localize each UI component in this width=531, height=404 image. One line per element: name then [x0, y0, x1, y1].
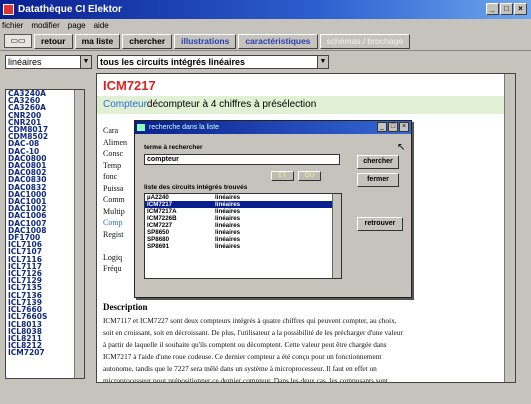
window-title: Datathèque CI Elektor: [18, 4, 122, 15]
description-line: autonome, tandis que le 7227 sera mêlé d…: [103, 364, 377, 373]
retour-button[interactable]: retour: [34, 33, 73, 49]
scrollbar[interactable]: [74, 90, 84, 378]
title-bar: Datathèque CI Elektor _ □ ×: [0, 0, 531, 19]
results-list[interactable]: µA2240 linéaires ICM7217 linéaires ICM7217A l…: [144, 193, 342, 279]
category-value: linéaires: [8, 57, 42, 67]
search-dialog: recherche dans la liste _ □ × terme à re…: [134, 120, 412, 298]
menu-aide[interactable]: aide: [94, 19, 109, 32]
result-name: ICM7217A: [147, 208, 177, 215]
result-category: linéaires: [215, 208, 241, 215]
category-select[interactable]: linéaires ▼: [5, 55, 92, 69]
dialog-title: recherche dans la liste: [149, 124, 220, 131]
result-row[interactable]: µA2240 linéaires: [145, 194, 341, 201]
characteristic-label: Logiq: [103, 252, 123, 262]
close-button[interactable]: ×: [514, 3, 527, 15]
circuit-list[interactable]: CA3240A CA3260 CA3260A CNR200 CNR201 CDM8017 C…: [5, 89, 85, 379]
search-input[interactable]: compteur: [144, 154, 340, 165]
menu-page[interactable]: page: [68, 19, 86, 32]
description-line: soit en croissant, soit en décroissant. …: [103, 328, 403, 337]
result-row[interactable]: SP8691 linéaires: [145, 243, 341, 250]
menu-bar: fichier modifier page aide: [0, 19, 531, 32]
app-window: Datathèque CI Elektor _ □ × fichier modi…: [0, 0, 531, 404]
scrollbar[interactable]: [504, 74, 515, 382]
results-label: liste des circuits intégrés trouvés: [144, 184, 248, 191]
description-line: à partir de laquelle il souhaite qu'ils …: [103, 340, 387, 349]
minimize-button[interactable]: _: [486, 3, 499, 15]
dialog-icon: [137, 124, 145, 131]
retrouver-button[interactable]: retrouver: [357, 217, 403, 231]
schemas-button[interactable]: schémas / brochage: [319, 33, 411, 49]
description-line: ICM7117 et ICM7227 sont deux compteurs i…: [103, 316, 397, 325]
menu-fichier[interactable]: fichier: [2, 19, 23, 32]
result-row[interactable]: ICM7217 linéaires: [145, 201, 341, 208]
characteristic-label: fonc: [103, 172, 118, 181]
result-row[interactable]: ICM7217A linéaires: [145, 208, 341, 215]
subtitle-text: décompteur à 4 chiffres à présélection: [146, 99, 317, 110]
scrollbar[interactable]: [332, 194, 341, 278]
characteristic-label: Temp: [103, 160, 122, 170]
et-button[interactable]: ET: [271, 171, 294, 181]
result-name: SP8650: [147, 229, 170, 236]
description-title: Description: [103, 302, 148, 312]
toolbar: ▭▭ retour ma liste chercher illustration…: [0, 32, 531, 51]
description-text: ICM7117 et ICM7227 sont deux compteurs i…: [103, 315, 503, 383]
result-name: SP8680: [147, 236, 170, 243]
window-icon[interactable]: ▭▭: [4, 34, 32, 48]
mouse-cursor-icon: ↖: [397, 142, 406, 153]
family-value: tous les circuits intégrés linéaires: [100, 57, 246, 67]
result-name: SP8691: [147, 243, 170, 250]
chercher-button[interactable]: chercher: [122, 33, 173, 49]
list-item[interactable]: ICM7207: [6, 349, 84, 357]
fermer-button[interactable]: fermer: [357, 173, 399, 187]
result-row[interactable]: SP8650 linéaires: [145, 229, 341, 236]
chevron-down-icon[interactable]: ▼: [317, 56, 328, 68]
result-category: linéaires: [215, 243, 241, 250]
result-name: ICM7227: [147, 222, 173, 229]
characteristic-label: Comp: [103, 218, 123, 227]
characteristic-label: Fréqu: [103, 264, 122, 273]
result-name: ICM7226B: [147, 215, 177, 222]
app-icon: [3, 4, 14, 15]
characteristic-label: Alimen: [103, 137, 127, 147]
result-category: linéaires: [215, 215, 241, 222]
maximize-button[interactable]: □: [388, 122, 398, 132]
characteristic-label: Consc: [103, 149, 123, 158]
result-name: ICM7217: [147, 201, 173, 208]
characteristic-label: Regist: [103, 229, 124, 239]
result-category: linéaires: [215, 236, 241, 243]
chip-title: ICM7217: [103, 78, 156, 93]
ma-liste-button[interactable]: ma liste: [74, 33, 121, 49]
characteristic-label: Cara: [103, 126, 119, 135]
maximize-button[interactable]: □: [500, 3, 513, 15]
chercher-dialog-button[interactable]: chercher: [357, 155, 399, 169]
search-label: terme à rechercher: [144, 144, 203, 151]
characteristic-label: Multip: [103, 206, 125, 216]
menu-modifier[interactable]: modifier: [31, 19, 59, 32]
result-category: linéaires: [215, 229, 241, 236]
result-category: linéaires: [215, 201, 241, 208]
characteristic-label: Puissa: [103, 183, 124, 193]
description-line: microprocesseur pour prépositionner ce d…: [103, 376, 388, 383]
ou-button[interactable]: OU: [298, 171, 321, 181]
close-button[interactable]: ×: [399, 122, 409, 132]
result-category: linéaires: [215, 194, 241, 201]
result-category: linéaires: [215, 222, 241, 229]
result-row[interactable]: SP8680 linéaires: [145, 236, 341, 243]
result-row[interactable]: ICM7226B linéaires: [145, 215, 341, 222]
dialog-title-bar: recherche dans la liste _ □ ×: [135, 121, 411, 134]
chip-subtitle: Compteurdécompteur à 4 chiffres à présél…: [97, 96, 506, 114]
family-select[interactable]: tous les circuits intégrés linéaires ▼: [97, 55, 329, 69]
subtitle-keyword[interactable]: Compteur: [103, 99, 147, 110]
result-name: µA2240: [147, 194, 169, 201]
minimize-button[interactable]: _: [377, 122, 387, 132]
chevron-down-icon[interactable]: ▼: [80, 56, 91, 68]
caracteristiques-button[interactable]: caractéristiques: [238, 33, 318, 49]
characteristic-label: Comm: [103, 195, 125, 204]
illustrations-button[interactable]: illustrations: [174, 33, 237, 49]
result-row[interactable]: ICM7227 linéaires: [145, 222, 341, 229]
description-line: ICM7217 à l'aide d'une roue codeuse. Ce …: [103, 352, 382, 361]
